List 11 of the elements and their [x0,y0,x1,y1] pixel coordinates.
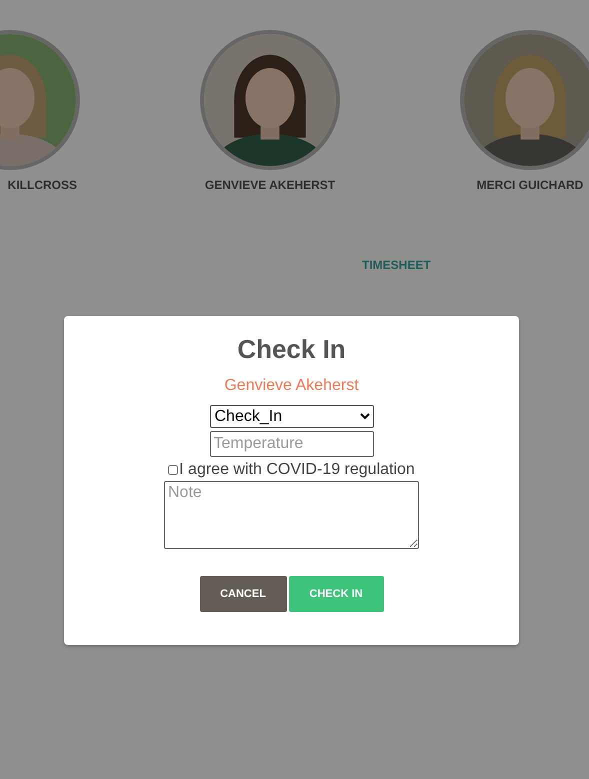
person-name: Genvieve Akeherst [224,377,359,395]
agree-label: I agree with COVID-19 regulation [179,461,415,479]
agree-checkbox[interactable] [168,465,178,475]
dialog-title: Check In [237,334,346,365]
profile-name: GENVIEVE AKEHERST [204,178,336,192]
profile-name: KILLCROSS [8,178,77,192]
note-field[interactable]: Note [164,481,419,549]
temperature-field[interactable]: Temperature [210,431,374,457]
profile-name: MERCI GUICHARD [476,178,584,192]
cancel-button[interactable]: CANCEL [200,576,286,612]
status-select[interactable]: Check_In [210,405,374,428]
